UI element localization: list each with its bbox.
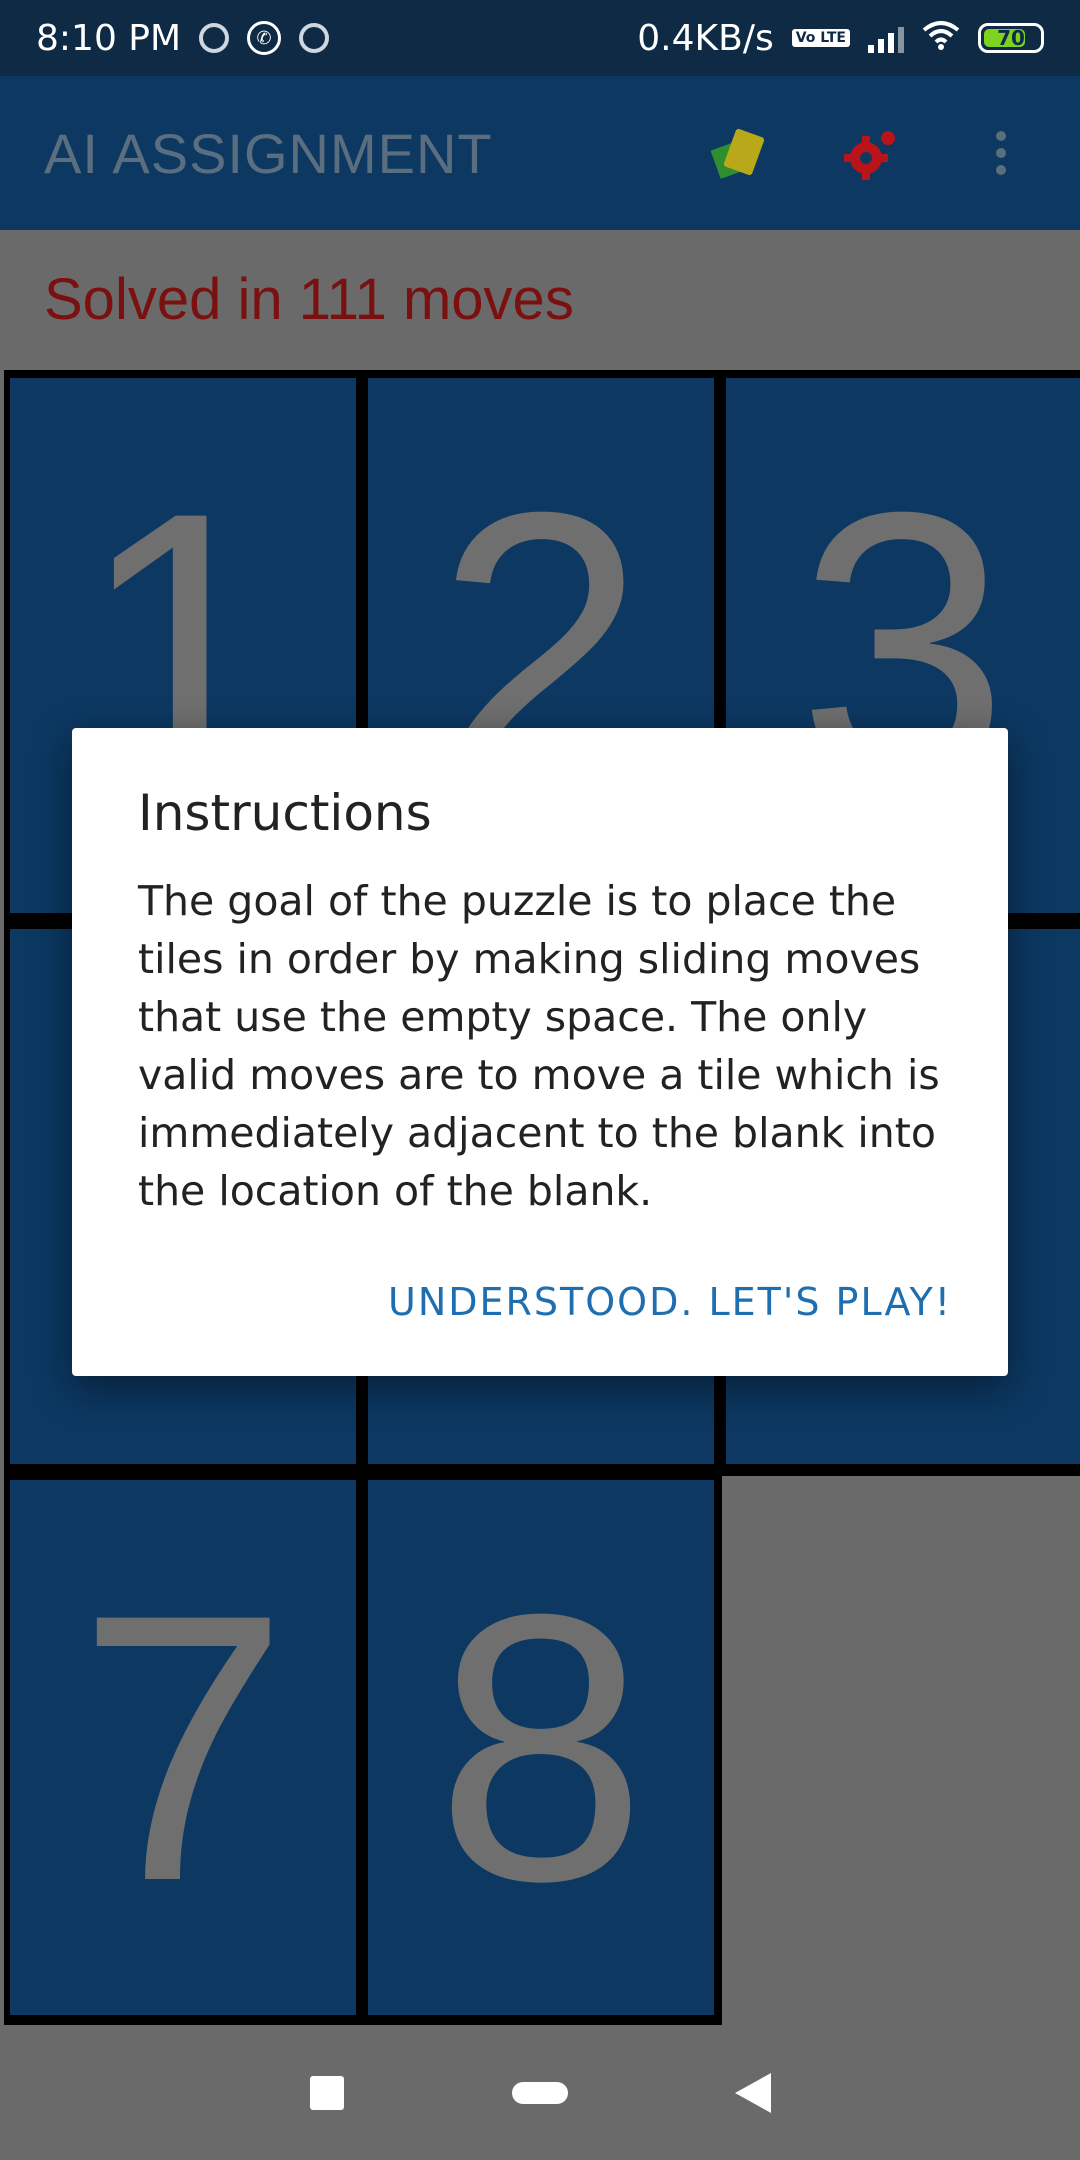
signal-icon [868,23,904,53]
overflow-menu-icon[interactable] [966,118,1036,188]
navigation-bar [0,2025,1080,2160]
whatsapp-icon: ✆ [247,21,282,55]
instructions-dialog: Instructions The goal of the puzzle is t… [72,728,1008,1376]
understood-button[interactable]: UNDERSTOOD. LET'S PLAY! [388,1280,952,1324]
app-title: AI ASSIGNMENT [44,121,493,185]
status-bar: 8:10 PM ✆ 0.4KB/s Vo LTE 70 [0,0,1080,76]
volte-icon: Vo LTE [791,29,850,47]
cards-icon[interactable] [706,118,776,188]
recents-square-icon[interactable] [282,2048,372,2138]
wifi-icon [922,18,960,59]
back-triangle-icon[interactable] [708,2048,798,2138]
home-pill-icon[interactable] [495,2048,585,2138]
network-speed: 0.4KB/s [637,17,774,59]
notification-icon [299,23,330,53]
settings-icon[interactable] [836,118,906,188]
status-right: 0.4KB/s Vo LTE 70 [637,18,1044,59]
notification-icon [199,23,230,53]
battery-icon: 70 [978,23,1044,53]
status-left: 8:10 PM ✆ [36,17,330,59]
dialog-title: Instructions [138,784,432,842]
dialog-body: The goal of the puzzle is to place the t… [138,877,940,1215]
battery-level: 70 [997,26,1025,50]
app-bar: AI ASSIGNMENT [0,76,1080,230]
clock: 8:10 PM [36,17,182,59]
